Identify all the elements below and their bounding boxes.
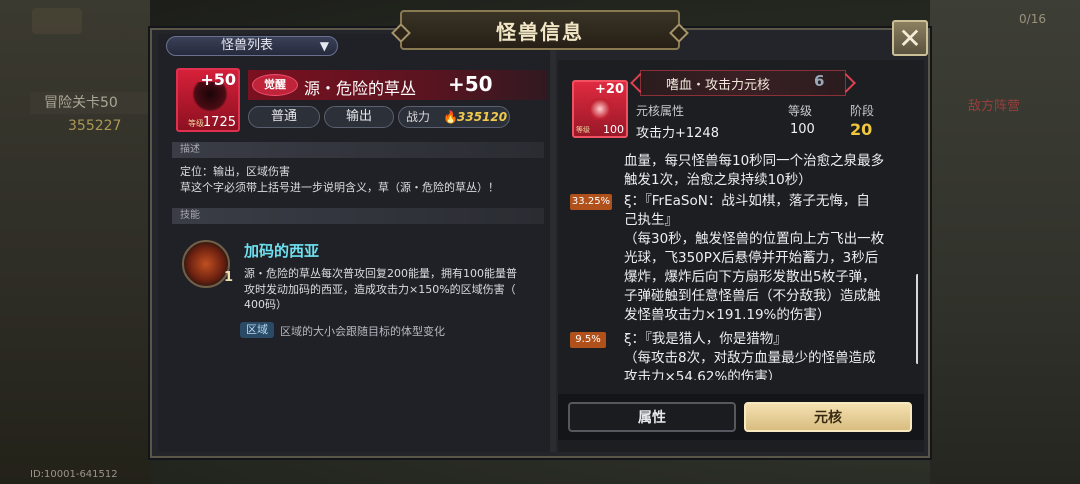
core-stage-value: 20 xyxy=(850,120,873,139)
close-button[interactable]: ✕ xyxy=(892,20,928,56)
area-description: 区域的大小会跟随目标的体型变化 xyxy=(280,325,445,338)
skill-description: 源・危险的草丛每次普攻回复200能量，拥有100能量普 攻时发动加码的西亚，造成… xyxy=(244,266,544,313)
effect1-desc-line-1: （每30秒，触发怪兽的位置向上方飞出一枚 xyxy=(624,231,885,247)
type-tag-normal: 普通 xyxy=(248,106,320,128)
skill-heading: 技能 xyxy=(172,208,544,224)
monster-list-dropdown[interactable]: 怪兽列表 ▼ xyxy=(166,36,338,56)
core-attr-label: 元核属性 xyxy=(636,104,685,118)
core-avatar: +20 等级 100 xyxy=(572,80,628,138)
core-level-label: 等级 xyxy=(576,126,590,134)
core-effects-list[interactable]: 血量，每只怪兽每10秒同一个治愈之泉最多 触发1次，治愈之泉持续10秒） 33.… xyxy=(562,144,918,380)
effect1-desc-line-5: 发怪兽攻击力×191.19%的伤害） xyxy=(624,307,831,323)
background-left-area xyxy=(0,0,150,484)
power-label: 战力 xyxy=(406,110,431,124)
effect2-title: ξ：『我是猎人，你是猎物』 xyxy=(624,331,787,347)
dropdown-label: 怪兽列表 xyxy=(221,38,274,53)
background-count: 0/16 xyxy=(1019,12,1046,26)
effect2-desc-line-2: 攻击力×54.62%的伤害） xyxy=(624,369,782,380)
background-back-button[interactable] xyxy=(32,8,82,34)
core-plus-badge: +20 xyxy=(595,82,624,97)
description-text: 定位：输出，区域伤害 草这个字必须带上括号进一步说明含义，草（源・危险的草丛）！ xyxy=(180,164,542,196)
monster-name: 源・危险的草丛 xyxy=(304,79,417,98)
rarity-badge: 觉醒 xyxy=(252,74,298,96)
tab-attributes[interactable]: 属性 xyxy=(568,402,736,432)
skill-level-count: 1 xyxy=(224,270,234,285)
monster-plus-badge: +50 xyxy=(200,70,236,89)
close-icon: ✕ xyxy=(898,21,922,55)
power-display: 战力 🔥 335120 xyxy=(398,106,510,128)
effect2-desc-line-1: （每攻击8次，对敌方血量最少的怪兽造成 xyxy=(624,350,876,366)
core-name: 嗜血・攻击力元核 xyxy=(666,78,771,93)
detail-tab-bar: 属性 元核 xyxy=(558,394,924,440)
skill-name: 加码的西亚 xyxy=(244,242,320,260)
core-stage-label: 阶段 xyxy=(850,104,875,118)
fire-icon: 🔥 xyxy=(443,110,458,124)
gem-icon xyxy=(588,98,612,120)
monster-avatar: +50 等级 1725 xyxy=(176,68,240,132)
monster-level-label: 等级 xyxy=(188,119,204,128)
monster-info-panel: 怪兽列表 ▼ +50 等级 1725 觉醒 源・危险的草丛 +50 普通 输出 … xyxy=(150,28,930,458)
core-stage-badge: 6 xyxy=(814,72,825,90)
background-right-area xyxy=(930,0,1080,484)
core-level: 100 xyxy=(603,123,624,136)
effect-continued-line-2: 触发1次，治愈之泉持续10秒） xyxy=(624,172,812,188)
skill-icon[interactable] xyxy=(182,240,230,288)
description-line-1: 定位：输出，区域伤害 xyxy=(180,165,290,178)
monster-detail-pane: 怪兽列表 ▼ +50 等级 1725 觉醒 源・危险的草丛 +50 普通 输出 … xyxy=(158,34,550,452)
effect-continued-line-1: 血量，每只怪兽每10秒同一个治愈之泉最多 xyxy=(624,153,885,169)
monster-plus-level: +50 xyxy=(448,72,493,96)
skill-desc-line-2: 攻时发动加码的西亚，造成攻击力×150%的区域伤害（ xyxy=(244,282,516,296)
area-tag[interactable]: 区域 xyxy=(240,322,274,338)
page-title: 怪兽信息 xyxy=(496,19,584,44)
core-attr-value: 攻击力+1248 xyxy=(636,126,719,141)
effect1-desc-line-3: 爆炸，爆炸后向下方扇形发散出5枚子弹， xyxy=(624,269,876,285)
description-line-2: 草这个字必须带上括号进一步说明含义，草（源・危险的草丛）！ xyxy=(180,181,499,194)
role-tag-output: 输出 xyxy=(324,106,394,128)
effect2-chance-badge: 9.5% xyxy=(570,332,606,348)
effect1-title-line-2: 己执生』 xyxy=(624,212,678,228)
background-stage-power: 355227 xyxy=(68,118,122,134)
description-heading: 描述 xyxy=(172,142,544,158)
chevron-down-icon: ▼ xyxy=(319,39,329,53)
effect1-title-line-1: ξ：『FrEaSoN：战斗如棋，落子无悔，自 xyxy=(624,193,870,209)
title-banner: 怪兽信息 xyxy=(400,10,680,50)
effect1-desc-line-4: 子弹碰触到任意怪兽后（不分敌我）造成触 xyxy=(624,288,881,304)
power-value: 335120 xyxy=(457,110,508,124)
monster-level: 1725 xyxy=(202,115,236,130)
background-right-label: 敌方阵营 xyxy=(967,99,1020,114)
effect1-desc-line-2: 光球，飞350PX后悬停并开始蓄力，3秒后 xyxy=(624,250,879,266)
user-id-label: ID:10001-641512 xyxy=(30,469,118,480)
skill-desc-line-1: 源・危险的草丛每次普攻回复200能量，拥有100能量普 xyxy=(244,267,517,280)
effects-scrollbar[interactable] xyxy=(916,274,918,364)
background-stage-label: 冒险关卡50 xyxy=(30,92,148,114)
pane-divider xyxy=(550,34,556,452)
core-lvl-label: 等级 xyxy=(788,104,813,118)
core-detail-pane: +20 等级 100 嗜血・攻击力元核 6 元核属性 攻击力+1248 等级 1… xyxy=(558,60,924,452)
skill-desc-line-3: 400码） xyxy=(244,298,287,311)
core-lvl-value: 100 xyxy=(790,122,815,137)
effect1-chance-badge: 33.25% xyxy=(570,194,612,210)
tab-core[interactable]: 元核 xyxy=(744,402,912,432)
